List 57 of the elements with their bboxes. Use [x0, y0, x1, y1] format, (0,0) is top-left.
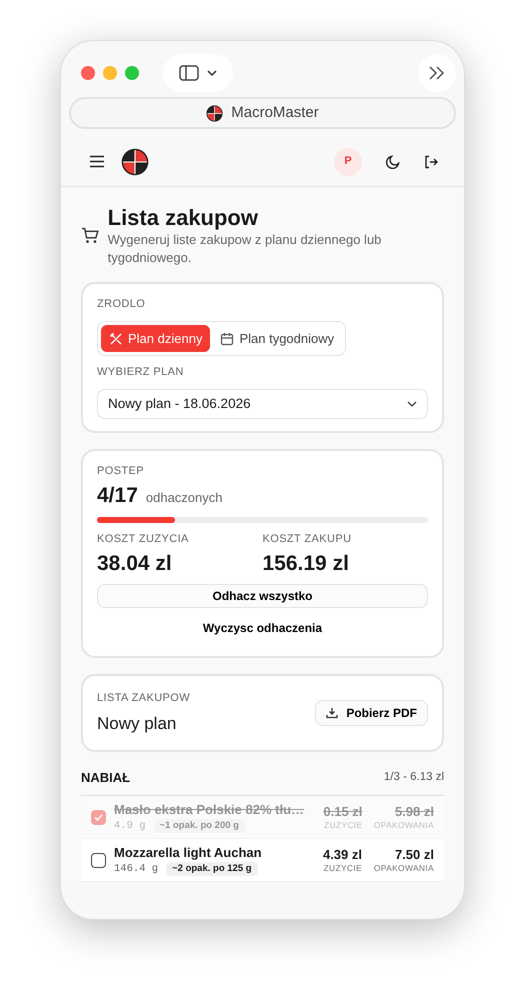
item-amount: 4.9 g [114, 820, 146, 832]
page-subtitle: Wygeneruj liste zakupow z planu dziennego lub tygodniowego. [108, 231, 382, 266]
category-title: NABIAŁ [81, 769, 130, 788]
double-chevron-icon [428, 66, 446, 80]
calendar-icon [220, 332, 234, 346]
download-icon [326, 707, 338, 720]
utensils-icon [109, 332, 123, 346]
user-avatar[interactable]: P [334, 148, 362, 176]
checkbox[interactable] [91, 810, 106, 825]
item-name: Masło ekstra Polskie 82% tłu… [114, 802, 303, 818]
close-dot[interactable] [81, 66, 95, 80]
cost-label: KOSZT ZUZYCIA [97, 532, 190, 547]
chevron-icon [207, 70, 217, 76]
cost-value: 156.19 zl [262, 551, 350, 576]
progress-label: POSTEP [97, 464, 146, 479]
cost-value: 38.04 zl [97, 551, 173, 576]
cart-icon [81, 226, 100, 245]
menu-icon[interactable] [89, 155, 105, 168]
package-tag: ~2 opak. po 125 g [166, 862, 258, 876]
page-title: Lista zakupow [108, 205, 259, 232]
plan-label: WYBIERZ PLAN [97, 365, 185, 380]
moon-icon[interactable] [386, 154, 400, 168]
progress-count: 4/17 [97, 483, 138, 509]
clear-checks-button[interactable]: Wyczysc odhaczenia [196, 618, 328, 638]
cost-label: KOSZT ZAKUPU [262, 532, 352, 547]
logo-icon [206, 104, 224, 122]
package-cost: 7.50 zl [394, 847, 434, 864]
package-cost: 5.98 zl [394, 804, 434, 820]
minimize-dot[interactable] [103, 66, 117, 80]
chevron-icon [407, 400, 417, 407]
usage-label: ZUZYCIE [322, 863, 362, 874]
package-label: OPAKOWANIA [372, 820, 434, 830]
usage-label: ZUZYCIE [322, 820, 362, 830]
logout-icon[interactable] [424, 154, 438, 168]
list-label: LISTA ZAKUPOW [97, 691, 190, 706]
item-name: Mozzarella light Auchan [114, 844, 263, 860]
list-name: Nowy plan [97, 712, 178, 735]
plan-select[interactable]: Nowy plan - 18.06.2026 [97, 388, 428, 419]
usage-cost: 0.15 zl [322, 804, 362, 820]
check-all-button[interactable]: Odhacz wszystko [97, 584, 428, 608]
item-amount: 146.4 g [114, 862, 158, 876]
sidebar-icon [179, 65, 199, 81]
progress-caption: odhaczonych [146, 489, 222, 508]
address-bar[interactable]: MacroMaster [69, 97, 456, 129]
category-summary: 1/3 - 6.13 zl [384, 770, 444, 786]
forward-button[interactable] [418, 54, 456, 92]
package-tag: ~1 opak. po 200 g [154, 819, 245, 833]
checkbox[interactable] [91, 852, 106, 868]
tab-group-button[interactable] [163, 54, 233, 92]
source-tab[interactable]: Plan dzienny [101, 324, 210, 352]
logo-icon [121, 148, 149, 176]
source-label: ZRODLO [97, 297, 146, 312]
usage-cost: 4.39 zl [322, 847, 362, 864]
zoom-dot[interactable] [125, 66, 139, 80]
source-tab[interactable]: Plan tygodniowy [212, 324, 342, 352]
package-label: OPAKOWANIA [372, 863, 434, 874]
download-pdf-button[interactable]: Pobierz PDF [315, 700, 428, 726]
